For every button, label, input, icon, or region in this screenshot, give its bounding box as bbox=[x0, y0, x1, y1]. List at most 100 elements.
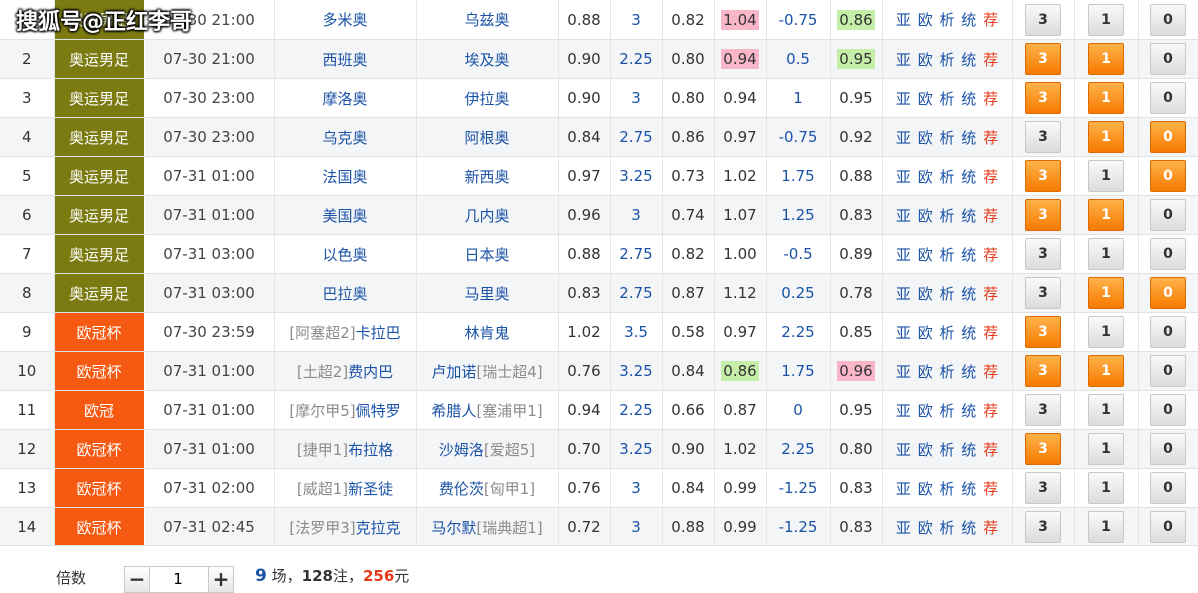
league-badge[interactable]: 奥运男足 bbox=[54, 273, 145, 313]
euro-odds-link[interactable]: 欧 bbox=[918, 129, 933, 147]
select-draw-button[interactable]: 1 bbox=[1088, 394, 1124, 426]
select-win-button[interactable]: 3 bbox=[1025, 394, 1061, 426]
asian-odds-link[interactable]: 亚 bbox=[896, 207, 911, 225]
stats-link[interactable]: 统 bbox=[961, 519, 976, 537]
home-team[interactable]: 摩洛奥 bbox=[274, 78, 417, 118]
asian-odds-link[interactable]: 亚 bbox=[896, 51, 911, 69]
minus-button[interactable]: − bbox=[125, 567, 150, 592]
asian-odds-link[interactable]: 亚 bbox=[896, 285, 911, 303]
away-team[interactable]: 阿根奥 bbox=[416, 117, 559, 157]
select-draw-button[interactable]: 1 bbox=[1088, 277, 1124, 309]
away-team[interactable]: 马尔默[瑞典超1] bbox=[416, 507, 559, 547]
home-team[interactable]: 法国奥 bbox=[274, 156, 417, 196]
select-draw-button[interactable]: 1 bbox=[1088, 160, 1124, 192]
select-loss-button[interactable]: 0 bbox=[1150, 43, 1186, 75]
away-team[interactable]: 新西奥 bbox=[416, 156, 559, 196]
league-badge[interactable]: 奥运男足 bbox=[54, 156, 145, 196]
away-team[interactable]: 乌兹奥 bbox=[416, 0, 559, 40]
select-win-button[interactable]: 3 bbox=[1025, 316, 1061, 348]
league-badge[interactable]: 欧冠杯 bbox=[54, 468, 145, 508]
euro-odds-link[interactable]: 欧 bbox=[918, 207, 933, 225]
stats-link[interactable]: 统 bbox=[961, 402, 976, 420]
euro-odds-link[interactable]: 欧 bbox=[918, 285, 933, 303]
analysis-link[interactable]: 析 bbox=[939, 51, 954, 69]
stats-link[interactable]: 统 bbox=[961, 480, 976, 498]
recommend-link[interactable]: 荐 bbox=[983, 207, 998, 225]
euro-odds-link[interactable]: 欧 bbox=[918, 519, 933, 537]
away-team[interactable]: 日本奥 bbox=[416, 234, 559, 274]
select-draw-button[interactable]: 1 bbox=[1088, 3, 1124, 36]
home-team[interactable]: 西班奥 bbox=[274, 39, 417, 79]
select-win-button[interactable]: 3 bbox=[1025, 277, 1061, 309]
home-team[interactable]: [捷甲1]布拉格 bbox=[274, 429, 417, 469]
select-loss-button[interactable]: 0 bbox=[1150, 160, 1186, 192]
analysis-link[interactable]: 析 bbox=[939, 441, 954, 459]
league-badge[interactable]: 奥运男足 bbox=[54, 78, 145, 118]
select-draw-button[interactable]: 1 bbox=[1088, 199, 1124, 231]
euro-odds-link[interactable]: 欧 bbox=[918, 168, 933, 186]
euro-odds-link[interactable]: 欧 bbox=[918, 51, 933, 69]
select-win-button[interactable]: 3 bbox=[1025, 43, 1061, 75]
asian-odds-link[interactable]: 亚 bbox=[896, 519, 911, 537]
asian-odds-link[interactable]: 亚 bbox=[896, 90, 911, 108]
select-loss-button[interactable]: 0 bbox=[1150, 355, 1186, 387]
home-team[interactable]: [土超2]费内巴 bbox=[274, 351, 417, 391]
stats-link[interactable]: 统 bbox=[961, 168, 976, 186]
recommend-link[interactable]: 荐 bbox=[983, 11, 998, 29]
asian-odds-link[interactable]: 亚 bbox=[896, 246, 911, 264]
away-team[interactable]: 埃及奥 bbox=[416, 39, 559, 79]
league-badge[interactable]: 奥运男足 bbox=[54, 234, 145, 274]
league-badge[interactable]: 奥运男足 bbox=[54, 117, 145, 157]
select-draw-button[interactable]: 1 bbox=[1088, 355, 1124, 387]
euro-odds-link[interactable]: 欧 bbox=[918, 90, 933, 108]
select-loss-button[interactable]: 0 bbox=[1150, 316, 1186, 348]
recommend-link[interactable]: 荐 bbox=[983, 51, 998, 69]
league-badge[interactable]: 欧冠杯 bbox=[54, 312, 145, 352]
select-draw-button[interactable]: 1 bbox=[1088, 433, 1124, 465]
analysis-link[interactable]: 析 bbox=[939, 129, 954, 147]
away-team[interactable]: 费伦茨[匈甲1] bbox=[416, 468, 559, 508]
analysis-link[interactable]: 析 bbox=[939, 324, 954, 342]
euro-odds-link[interactable]: 欧 bbox=[918, 402, 933, 420]
home-team[interactable]: [阿塞超2]卡拉巴 bbox=[274, 312, 417, 352]
stats-link[interactable]: 统 bbox=[961, 129, 976, 147]
home-team[interactable]: [法罗甲3]克拉克 bbox=[274, 507, 417, 547]
select-loss-button[interactable]: 0 bbox=[1150, 199, 1186, 231]
select-win-button[interactable]: 3 bbox=[1025, 199, 1061, 231]
home-team[interactable]: [摩尔甲5]佩特罗 bbox=[274, 390, 417, 430]
stats-link[interactable]: 统 bbox=[961, 51, 976, 69]
select-loss-button[interactable]: 0 bbox=[1150, 511, 1186, 543]
stats-link[interactable]: 统 bbox=[961, 324, 976, 342]
analysis-link[interactable]: 析 bbox=[939, 285, 954, 303]
select-win-button[interactable]: 3 bbox=[1025, 121, 1061, 153]
away-team[interactable]: 希腊人[塞浦甲1] bbox=[416, 390, 559, 430]
analysis-link[interactable]: 析 bbox=[939, 90, 954, 108]
asian-odds-link[interactable]: 亚 bbox=[896, 129, 911, 147]
league-badge[interactable]: 欧冠杯 bbox=[54, 429, 145, 469]
league-badge[interactable]: 欧冠杯 bbox=[54, 351, 145, 391]
away-team[interactable]: 伊拉奥 bbox=[416, 78, 559, 118]
select-win-button[interactable]: 3 bbox=[1025, 82, 1061, 114]
analysis-link[interactable]: 析 bbox=[939, 402, 954, 420]
asian-odds-link[interactable]: 亚 bbox=[896, 402, 911, 420]
select-draw-button[interactable]: 1 bbox=[1088, 511, 1124, 543]
recommend-link[interactable]: 荐 bbox=[983, 324, 998, 342]
select-win-button[interactable]: 3 bbox=[1025, 433, 1061, 465]
analysis-link[interactable]: 析 bbox=[939, 11, 954, 29]
recommend-link[interactable]: 荐 bbox=[983, 246, 998, 264]
multiplier-input[interactable] bbox=[150, 568, 206, 590]
euro-odds-link[interactable]: 欧 bbox=[918, 11, 933, 29]
euro-odds-link[interactable]: 欧 bbox=[918, 480, 933, 498]
analysis-link[interactable]: 析 bbox=[939, 168, 954, 186]
recommend-link[interactable]: 荐 bbox=[983, 441, 998, 459]
select-draw-button[interactable]: 1 bbox=[1088, 472, 1124, 504]
stats-link[interactable]: 统 bbox=[961, 246, 976, 264]
home-team[interactable]: 美国奥 bbox=[274, 195, 417, 235]
select-win-button[interactable]: 3 bbox=[1025, 472, 1061, 504]
away-team[interactable]: 卢加诺[瑞士超4] bbox=[416, 351, 559, 391]
asian-odds-link[interactable]: 亚 bbox=[896, 168, 911, 186]
select-loss-button[interactable]: 0 bbox=[1150, 121, 1186, 153]
select-loss-button[interactable]: 0 bbox=[1150, 277, 1186, 309]
select-win-button[interactable]: 3 bbox=[1025, 355, 1061, 387]
asian-odds-link[interactable]: 亚 bbox=[896, 11, 911, 29]
